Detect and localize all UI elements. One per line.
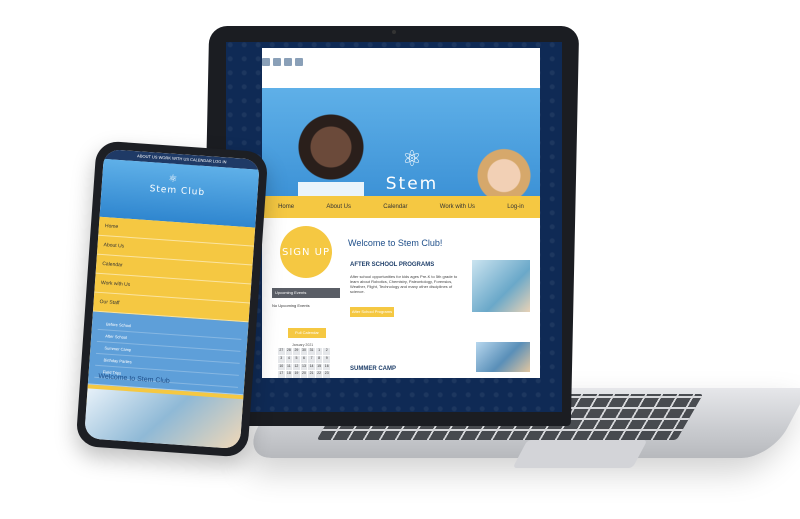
laptop-trackpad (512, 440, 648, 468)
twitter-icon[interactable] (273, 58, 281, 66)
calendar-day[interactable]: 20 (300, 371, 308, 378)
after-school-button[interactable]: After School Programs (350, 307, 394, 317)
calendar-day[interactable]: 27 (278, 348, 285, 355)
main-nav: Home About Us Calendar Work with Us Log-… (262, 196, 540, 218)
phone-hero-banner: ⚛ Stem Club (99, 158, 260, 228)
nav-about-us[interactable]: About Us (326, 204, 351, 210)
calendar-day[interactable]: 28 (285, 348, 293, 355)
summer-camp-title: SUMMER CAMP (350, 366, 396, 372)
nav-log-in[interactable]: Log-in (507, 204, 524, 210)
after-school-photo (472, 260, 530, 312)
calendar-day[interactable]: 4 (285, 355, 293, 363)
laptop-website: ⚛ Stem Club Home About Us Calendar Work … (262, 48, 540, 378)
calendar-day[interactable]: 31 (308, 348, 315, 355)
signup-badge-label: SIGN UP (281, 246, 331, 258)
calendar-day[interactable]: 21 (308, 371, 315, 378)
phone-device: ABOUT US WORK WITH US CALENDAR LOG IN ⚛ … (75, 140, 269, 458)
camera-icon (392, 30, 396, 34)
after-school-text: After school opportunities for kids ages… (350, 274, 458, 294)
calendar-day[interactable]: 7 (308, 355, 315, 363)
pinterest-icon[interactable] (284, 58, 292, 66)
calendar-day[interactable]: 16 (323, 363, 330, 371)
signup-badge[interactable]: SIGN UP (280, 226, 332, 278)
nav-calendar[interactable]: Calendar (383, 204, 407, 210)
phone-logo-text[interactable]: Stem Club (149, 184, 205, 198)
calendar-day[interactable]: 3 (278, 355, 285, 363)
calendar-title: January 2021 (292, 343, 314, 347)
calendar-day[interactable]: 22 (315, 371, 323, 378)
calendar-day[interactable]: 11 (285, 363, 293, 371)
facebook-icon[interactable] (262, 58, 270, 66)
full-calendar-button[interactable]: Full Calendar (288, 328, 326, 338)
calendar-day[interactable]: 6 (300, 355, 308, 363)
calendar-day[interactable]: 19 (293, 371, 300, 378)
social-links (262, 58, 303, 66)
nav-home[interactable]: Home (278, 204, 294, 210)
calendar-day[interactable]: 2 (323, 348, 330, 355)
instagram-icon[interactable] (295, 58, 303, 66)
phone-hero-photo (84, 388, 244, 450)
calendar-day[interactable]: 9 (323, 355, 330, 363)
atom-icon: ⚛ (402, 146, 422, 171)
phone-menu: Home About Us Calendar Work with Us Our … (86, 216, 256, 415)
calendar-day[interactable]: 30 (300, 348, 308, 355)
calendar-day[interactable]: 17 (278, 371, 285, 378)
calendar-day[interactable]: 5 (293, 355, 300, 363)
nav-work-with-us[interactable]: Work with Us (440, 204, 475, 210)
calendar-day[interactable]: 8 (315, 355, 323, 363)
upcoming-events-text: No Upcoming Events (272, 303, 310, 308)
calendar-day[interactable]: 14 (308, 363, 315, 371)
summer-camp-photo (476, 342, 530, 372)
calendar-day[interactable]: 10 (278, 363, 285, 371)
calendar-day[interactable]: 13 (300, 363, 308, 371)
welcome-heading: Welcome to Stem Club! (348, 238, 443, 248)
calendar-day[interactable]: 12 (293, 363, 300, 371)
atom-icon: ⚛ (167, 173, 178, 186)
device-mockup: ⚛ Stem Club Home About Us Calendar Work … (0, 0, 800, 519)
calendar-day[interactable]: 18 (285, 371, 293, 378)
upcoming-events-header: Upcoming Events (272, 288, 340, 298)
mini-calendar: 27 28 29 30 31 1 2 3 4 5 6 7 8 9 10 11 12 13 14 15 16 17 18 19 2… (278, 348, 330, 378)
main-content: SIGN UP Upcoming Events No Upcoming Even… (262, 218, 540, 378)
after-school-title: AFTER SCHOOL PROGRAMS (350, 262, 435, 268)
calendar-day[interactable]: 15 (315, 363, 323, 371)
phone-screen: ABOUT US WORK WITH US CALENDAR LOG IN ⚛ … (84, 148, 260, 450)
calendar-day[interactable]: 29 (293, 348, 300, 355)
calendar-day[interactable]: 1 (315, 348, 323, 355)
calendar-day[interactable]: 23 (323, 371, 330, 378)
